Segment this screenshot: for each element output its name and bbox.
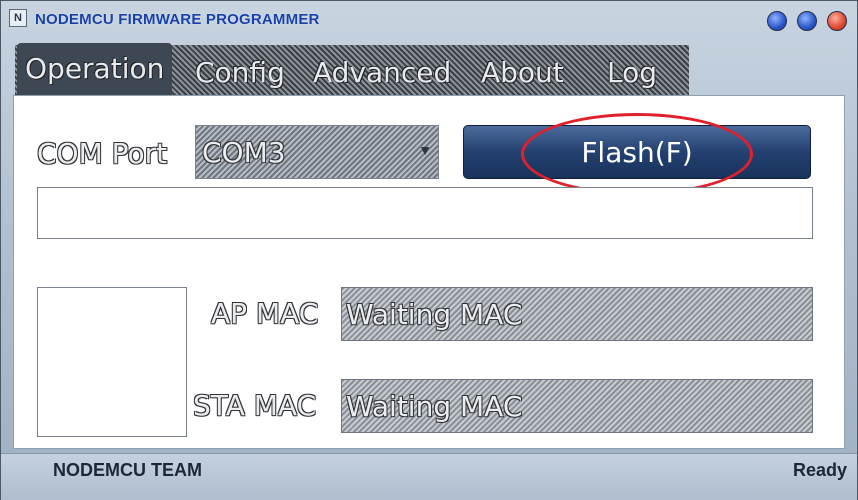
maximize-button[interactable] [797,11,817,31]
tab-about[interactable]: About [481,53,564,93]
close-button[interactable] [827,11,847,31]
tab-config[interactable]: Config [195,53,285,93]
tab-advanced[interactable]: Advanced [313,53,451,93]
app-window: N NODEMCU FIRMWARE PROGRAMMER Operation … [0,0,858,500]
minimize-button[interactable] [767,11,787,31]
status-team: NODEMCU TEAM [53,460,202,480]
window-title: NODEMCU FIRMWARE PROGRAMMER [35,11,320,28]
com-port-label: COM Port [37,137,168,170]
progress-bar [37,187,813,239]
status-bar: NODEMCU TEAM Ready [1,453,857,500]
qr-code-box [37,287,187,437]
flash-button[interactable]: Flash(F) [463,125,811,179]
title-bar[interactable]: N NODEMCU FIRMWARE PROGRAMMER [1,1,857,39]
com-port-select[interactable]: COM3 ▼ [195,125,439,179]
sta-mac-value: Waiting MAC [346,390,523,423]
tab-operation[interactable]: Operation [17,43,173,95]
sta-mac-label: STA MAC [193,389,317,422]
tab-log[interactable]: Log [607,53,657,93]
ap-mac-label: AP MAC [211,297,319,330]
com-port-value: COM3 [202,136,286,169]
ap-mac-field: Waiting MAC [341,287,813,341]
sta-mac-field: Waiting MAC [341,379,813,433]
chevron-down-icon: ▼ [418,142,432,158]
status-text: Ready [792,460,847,480]
ap-mac-value: Waiting MAC [346,298,523,331]
app-icon: N [9,9,27,27]
flash-button-label: Flash(F) [581,136,693,169]
